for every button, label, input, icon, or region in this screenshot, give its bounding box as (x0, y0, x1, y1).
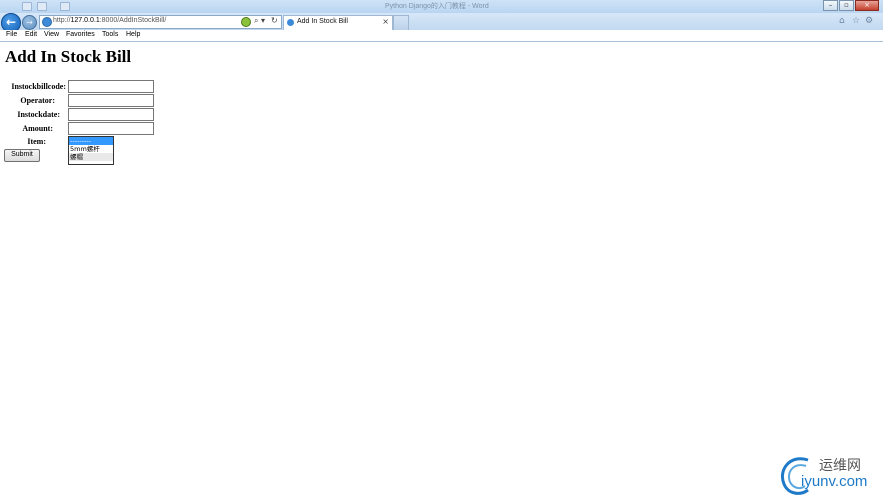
forward-button[interactable]: → (22, 15, 37, 30)
watermark-logo: 运维网 iyunv.com (778, 452, 878, 496)
page-icon (42, 17, 52, 27)
instockbillcode-input[interactable] (68, 80, 154, 93)
watermark-cn-text: 运维网 (819, 458, 861, 474)
operator-label: Operator: (20, 96, 55, 105)
save-icon[interactable] (22, 2, 32, 11)
amount-label: Amount: (22, 124, 53, 133)
page-title: Add In Stock Bill (5, 47, 132, 66)
minimize-button[interactable]: – (823, 0, 838, 11)
window-controls: – ▫ × (822, 0, 879, 11)
item-option[interactable]: 5mm螺杆 (69, 145, 113, 153)
tab-add-in-stock-bill[interactable]: Add In Stock Bill × (283, 15, 393, 30)
close-window-button[interactable]: × (855, 0, 879, 11)
favorites-star-icon[interactable]: ☆ (852, 16, 860, 26)
tab-title: Add In Stock Bill (297, 18, 348, 25)
undo-icon[interactable] (37, 2, 47, 11)
menu-file[interactable]: File (6, 31, 17, 38)
refresh-icon[interactable]: ↻ (271, 16, 278, 25)
menu-favorites[interactable]: Favorites (66, 31, 95, 38)
instockbillcode-label: Instockbillcode: (11, 82, 66, 91)
redo-icon[interactable] (60, 2, 70, 11)
item-label: Item: (27, 137, 46, 146)
window-titlebar: Python Django的入门教程 - Word – ▫ × (0, 0, 883, 13)
gear-icon[interactable]: ⚙ (865, 16, 873, 26)
amount-input[interactable] (68, 122, 154, 135)
menu-edit[interactable]: Edit (25, 31, 37, 38)
menu-tools[interactable]: Tools (102, 31, 118, 38)
address-bar[interactable]: http://127.0.0.1:8000/AddInStockBill/ ⌕ … (39, 15, 282, 29)
compatibility-view-icon[interactable] (241, 17, 251, 27)
instockdate-label: Instockdate: (17, 110, 60, 119)
home-icon[interactable]: ⌂ (839, 16, 845, 26)
submit-button[interactable]: Submit (4, 149, 40, 162)
instockdate-input[interactable] (68, 108, 154, 121)
menu-view[interactable]: View (44, 31, 59, 38)
tab-close-icon[interactable]: × (382, 17, 389, 26)
tab-page-icon (287, 19, 294, 26)
item-option[interactable]: 螺帽 (69, 153, 113, 161)
menu-bar: File Edit View Favorites Tools Help (0, 30, 883, 42)
operator-input[interactable] (68, 94, 154, 107)
item-listbox[interactable]: --------- 5mm螺杆 螺帽 (68, 136, 114, 165)
menu-help[interactable]: Help (126, 31, 140, 38)
new-tab-button[interactable] (393, 15, 409, 30)
address-url[interactable]: http://127.0.0.1:8000/AddInStockBill/ (53, 17, 166, 24)
window-title: Python Django的入门教程 - Word (385, 3, 489, 10)
restore-button[interactable]: ▫ (839, 0, 854, 11)
watermark-en-text: iyunv.com (801, 473, 868, 490)
item-option[interactable]: --------- (69, 137, 113, 145)
page-content: Add In Stock Bill Instockbillcode: Opera… (0, 42, 883, 498)
search-icon[interactable]: ⌕ ▾ (254, 16, 265, 26)
